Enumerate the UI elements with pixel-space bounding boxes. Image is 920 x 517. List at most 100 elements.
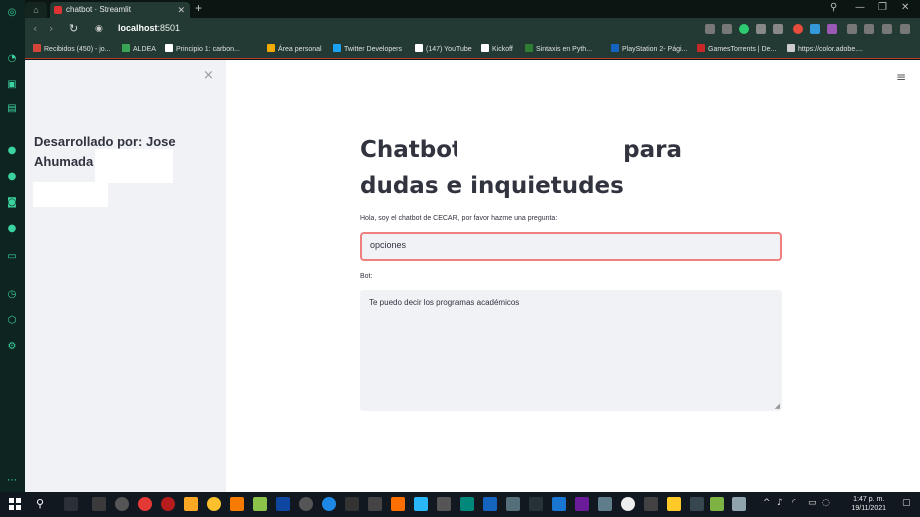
bookmark-item[interactable]: Recibidos (450) - jo... — [33, 44, 111, 53]
close-window-button[interactable]: ✕ — [901, 2, 909, 13]
network-icon[interactable]: ◌ — [822, 498, 830, 508]
app-icon[interactable] — [710, 497, 724, 511]
app-icon[interactable] — [483, 497, 497, 511]
heart-icon[interactable] — [773, 24, 783, 34]
app-icon[interactable] — [414, 497, 428, 511]
back-button[interactable]: ‹ — [33, 22, 37, 35]
app-icon[interactable] — [322, 497, 336, 511]
app-icon[interactable] — [621, 497, 635, 511]
opera-gx-icon[interactable] — [161, 497, 175, 511]
bot-response-text: Te puedo decir los programas académicos — [369, 298, 520, 307]
task-view-icon[interactable] — [64, 497, 78, 511]
app-icon[interactable] — [92, 497, 106, 511]
bag-icon[interactable]: ▣ — [5, 78, 19, 92]
question-input[interactable]: opciones — [360, 232, 782, 261]
app-icon[interactable] — [230, 497, 244, 511]
app-icon[interactable] — [207, 497, 221, 511]
camera-icon[interactable] — [705, 24, 715, 34]
history-icon[interactable]: ◷ — [5, 288, 19, 302]
bookmark-item[interactable]: Principio 1: carbon... — [165, 44, 240, 53]
app-icon[interactable] — [345, 497, 359, 511]
streamlit-favicon-icon — [54, 6, 62, 14]
bookmark-item[interactable]: PlayStation 2- Pági... — [611, 44, 687, 53]
search-icon[interactable]: ⚲ — [830, 2, 837, 13]
search-icon[interactable]: ⚲ — [36, 497, 50, 511]
app-icon[interactable] — [690, 497, 704, 511]
menu-icon[interactable] — [900, 24, 910, 34]
hamburger-menu-icon[interactable]: ≡ — [896, 70, 906, 84]
site-info-icon[interactable]: ◉ — [95, 24, 103, 34]
play-icon[interactable] — [756, 24, 766, 34]
tab-chatbot[interactable]: chatbot · Streamlit ✕ — [50, 2, 190, 18]
extension-icon[interactable] — [827, 24, 837, 34]
bot-response-textarea[interactable]: Te puedo decir los programas académicos … — [360, 290, 782, 411]
shield-icon[interactable] — [739, 24, 749, 34]
windows-start-icon[interactable] — [9, 498, 21, 510]
app-icon[interactable] — [368, 497, 382, 511]
app-icon[interactable] — [529, 497, 543, 511]
opera-icon[interactable] — [138, 497, 152, 511]
battery-icon[interactable]: ▭ — [808, 498, 817, 508]
telegram-icon[interactable]: ● — [5, 170, 19, 184]
screenshot-icon[interactable] — [722, 24, 732, 34]
discord-icon[interactable]: ▭ — [5, 250, 19, 264]
visual-studio-icon[interactable] — [575, 497, 589, 511]
app-icon[interactable] — [460, 497, 474, 511]
close-sidebar-button[interactable]: × — [203, 68, 214, 83]
whatsapp-icon[interactable]: ● — [5, 144, 19, 158]
volume-icon[interactable]: ♪ — [777, 498, 783, 508]
bookmark-item[interactable]: Área personal — [267, 44, 322, 53]
twitch-icon[interactable]: ▤ — [5, 102, 19, 116]
restore-button[interactable]: ❐ — [878, 2, 887, 13]
url-field[interactable]: localhost:8501 — [118, 23, 180, 33]
adblock-icon[interactable] — [793, 24, 803, 34]
sticky-notes-icon[interactable] — [667, 497, 681, 511]
app-icon[interactable] — [732, 497, 746, 511]
app-icon[interactable] — [506, 497, 520, 511]
app-icon[interactable] — [644, 497, 658, 511]
cube-icon[interactable]: ⬡ — [5, 314, 19, 328]
notifications-icon[interactable]: ▢ — [902, 498, 911, 508]
forward-button[interactable]: › — [49, 22, 53, 35]
app-icon[interactable] — [598, 497, 612, 511]
bookmark-item[interactable]: (147) YouTube — [415, 44, 472, 53]
minimize-button[interactable]: — — [855, 2, 865, 13]
twitter-icon[interactable]: ● — [5, 222, 19, 236]
playstation-icon — [611, 44, 619, 52]
tray-chevron-icon[interactable]: ^ — [763, 498, 771, 508]
cube-extension-icon[interactable] — [864, 24, 874, 34]
app-icon[interactable] — [115, 497, 129, 511]
translate-icon[interactable] — [810, 24, 820, 34]
bot-label: Bot: — [360, 273, 373, 280]
app-icon[interactable] — [391, 497, 405, 511]
pinned-tab[interactable]: ⌂ — [25, 2, 47, 18]
bookmark-item[interactable]: Twitter Developers — [333, 44, 402, 53]
vscode-icon[interactable] — [552, 497, 566, 511]
app-icon[interactable] — [299, 497, 313, 511]
tabs-icon[interactable] — [847, 24, 857, 34]
new-tab-button[interactable]: + — [195, 1, 202, 15]
file-explorer-icon[interactable] — [184, 497, 198, 511]
app-icon[interactable] — [437, 497, 451, 511]
app-icon[interactable] — [253, 497, 267, 511]
speed-dial-icon[interactable]: ◔ — [5, 52, 19, 66]
instagram-icon[interactable]: ◙ — [5, 196, 19, 210]
wifi-icon[interactable]: ◜ — [792, 498, 796, 508]
settings-icon[interactable]: ⚙ — [5, 340, 19, 354]
download-icon[interactable] — [882, 24, 892, 34]
address-bar: ‹ › ↻ ◉ localhost:8501 — [25, 18, 920, 41]
bookmark-item[interactable]: GamesTorrents | De... — [697, 44, 776, 53]
bookmark-item[interactable]: Kickoff — [481, 44, 513, 53]
tab-close-icon[interactable]: ✕ — [177, 2, 185, 18]
windows-taskbar: ⚲ ^ ♪ ◜ ▭ ◌ 1:47 p. m. 19/11/2021 ▢ — [0, 492, 920, 517]
more-icon[interactable]: ⋯ — [5, 474, 19, 488]
photoshop-icon[interactable] — [276, 497, 290, 511]
bookmark-item[interactable]: https://color.adobe.... — [787, 44, 863, 53]
bookmark-item[interactable]: ALDEA — [122, 44, 156, 53]
opera-logo-icon[interactable]: ◎ — [5, 6, 19, 20]
app-sidebar: × Desarrollado por: Jose Ahumada — [25, 60, 226, 492]
system-clock[interactable]: 1:47 p. m. 19/11/2021 — [851, 495, 886, 513]
reload-button[interactable]: ↻ — [69, 22, 78, 35]
bookmark-item[interactable]: Sintaxis en Pyth... — [525, 44, 592, 53]
resize-grip-icon[interactable]: ◢ — [775, 402, 780, 410]
